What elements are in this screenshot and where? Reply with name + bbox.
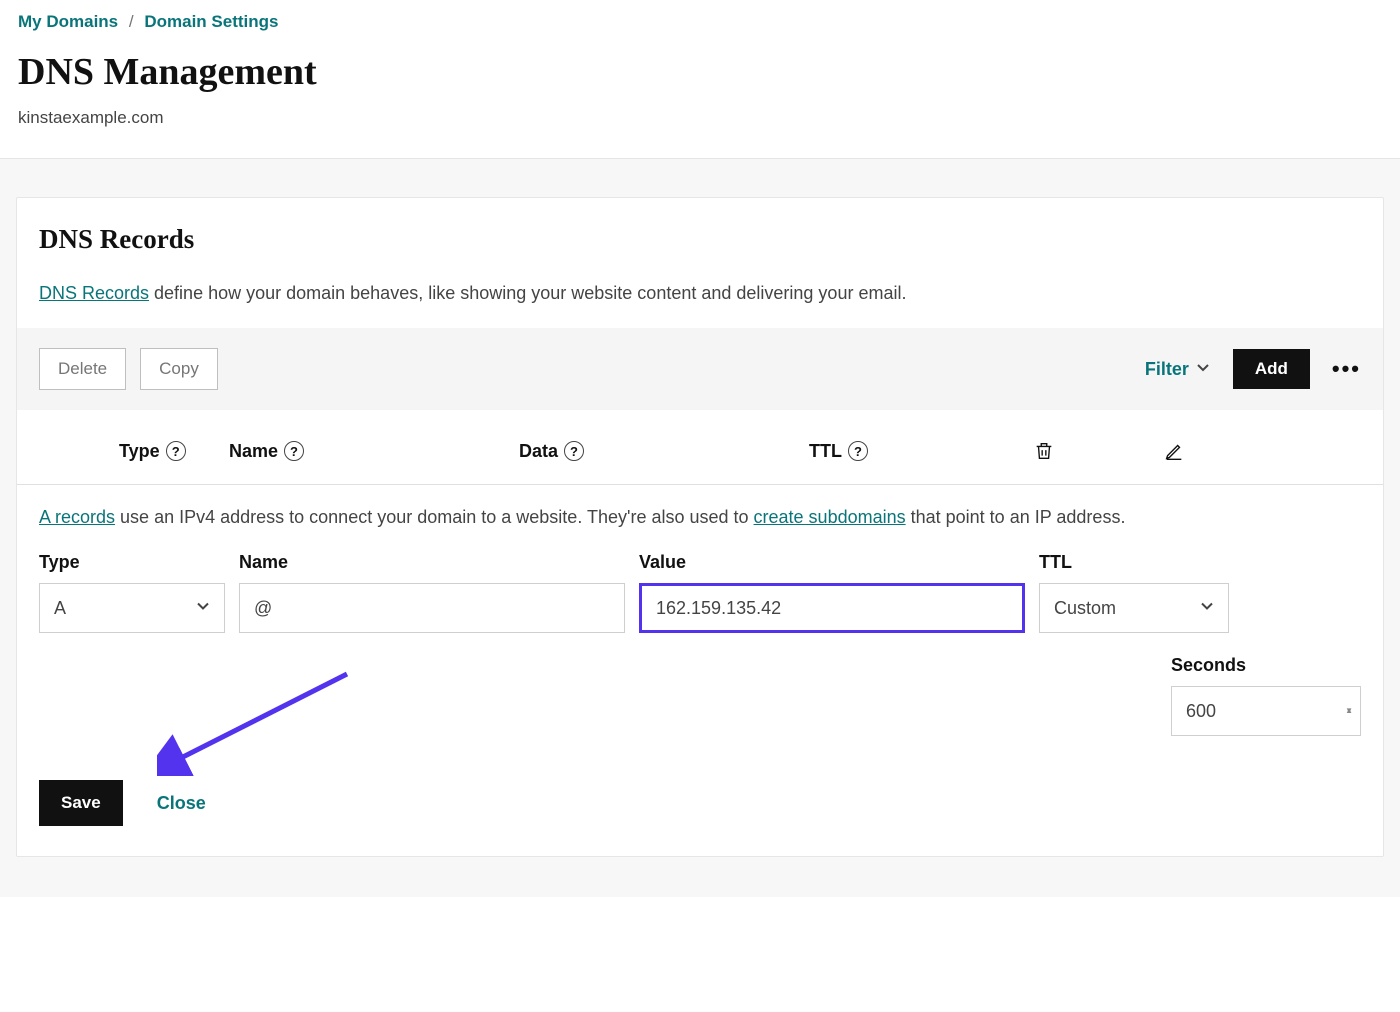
- seconds-label: Seconds: [1171, 655, 1361, 676]
- help-icon[interactable]: ?: [848, 441, 868, 461]
- copy-button[interactable]: Copy: [140, 348, 218, 390]
- ttl-select[interactable]: Custom: [1039, 583, 1229, 633]
- column-data-label: Data: [519, 441, 558, 462]
- breadcrumb-domain-settings[interactable]: Domain Settings: [144, 12, 278, 31]
- type-select[interactable]: A: [39, 583, 225, 633]
- breadcrumb-my-domains[interactable]: My Domains: [18, 12, 118, 31]
- breadcrumb-separator: /: [129, 12, 134, 31]
- filter-button[interactable]: Filter: [1145, 359, 1211, 380]
- section-description: DNS Records define how your domain behav…: [39, 283, 1361, 304]
- a-record-description: A records use an IPv4 address to connect…: [17, 484, 1383, 536]
- column-data: Data ?: [519, 441, 809, 462]
- column-delete[interactable]: [979, 440, 1109, 462]
- ttl-label: TTL: [1039, 552, 1229, 573]
- name-label: Name: [239, 552, 625, 573]
- help-icon[interactable]: ?: [166, 441, 186, 461]
- column-ttl: TTL ?: [809, 441, 979, 462]
- breadcrumb: My Domains / Domain Settings: [18, 12, 1382, 32]
- type-label: Type: [39, 552, 225, 573]
- records-toolbar: Delete Copy Filter Add •••: [17, 328, 1383, 410]
- add-button[interactable]: Add: [1233, 349, 1310, 389]
- help-icon[interactable]: ?: [284, 441, 304, 461]
- column-ttl-label: TTL: [809, 441, 842, 462]
- a-record-text-2: that point to an IP address.: [906, 507, 1126, 527]
- seconds-input[interactable]: [1171, 686, 1361, 736]
- save-button[interactable]: Save: [39, 780, 123, 826]
- section-title: DNS Records: [39, 224, 1361, 255]
- column-name: Name ?: [229, 441, 519, 462]
- trash-icon: [1033, 440, 1055, 462]
- create-subdomains-link[interactable]: create subdomains: [754, 507, 906, 527]
- record-form-row: Type A Name Value TTL: [17, 536, 1383, 633]
- column-name-label: Name: [229, 441, 278, 462]
- delete-button[interactable]: Delete: [39, 348, 126, 390]
- dns-records-card: DNS Records DNS Records define how your …: [16, 197, 1384, 857]
- chevron-down-icon: [1195, 359, 1211, 380]
- a-record-text-1: use an IPv4 address to connect your doma…: [115, 507, 753, 527]
- column-edit[interactable]: [1109, 440, 1239, 462]
- more-options-button[interactable]: •••: [1332, 356, 1361, 382]
- name-input[interactable]: [239, 583, 625, 633]
- section-description-text: define how your domain behaves, like sho…: [149, 283, 906, 303]
- filter-label: Filter: [1145, 359, 1189, 380]
- column-type: Type ?: [39, 441, 229, 462]
- dns-records-link[interactable]: DNS Records: [39, 283, 149, 303]
- table-header: Type ? Name ? Data ? TTL ?: [17, 410, 1383, 484]
- value-input[interactable]: [639, 583, 1025, 633]
- page-title: DNS Management: [18, 50, 1382, 94]
- close-button[interactable]: Close: [157, 793, 206, 814]
- column-type-label: Type: [119, 441, 160, 462]
- help-icon[interactable]: ?: [564, 441, 584, 461]
- pencil-icon: [1163, 440, 1185, 462]
- domain-name: kinstaexample.com: [18, 108, 1382, 128]
- a-records-link[interactable]: A records: [39, 507, 115, 527]
- value-label: Value: [639, 552, 1025, 573]
